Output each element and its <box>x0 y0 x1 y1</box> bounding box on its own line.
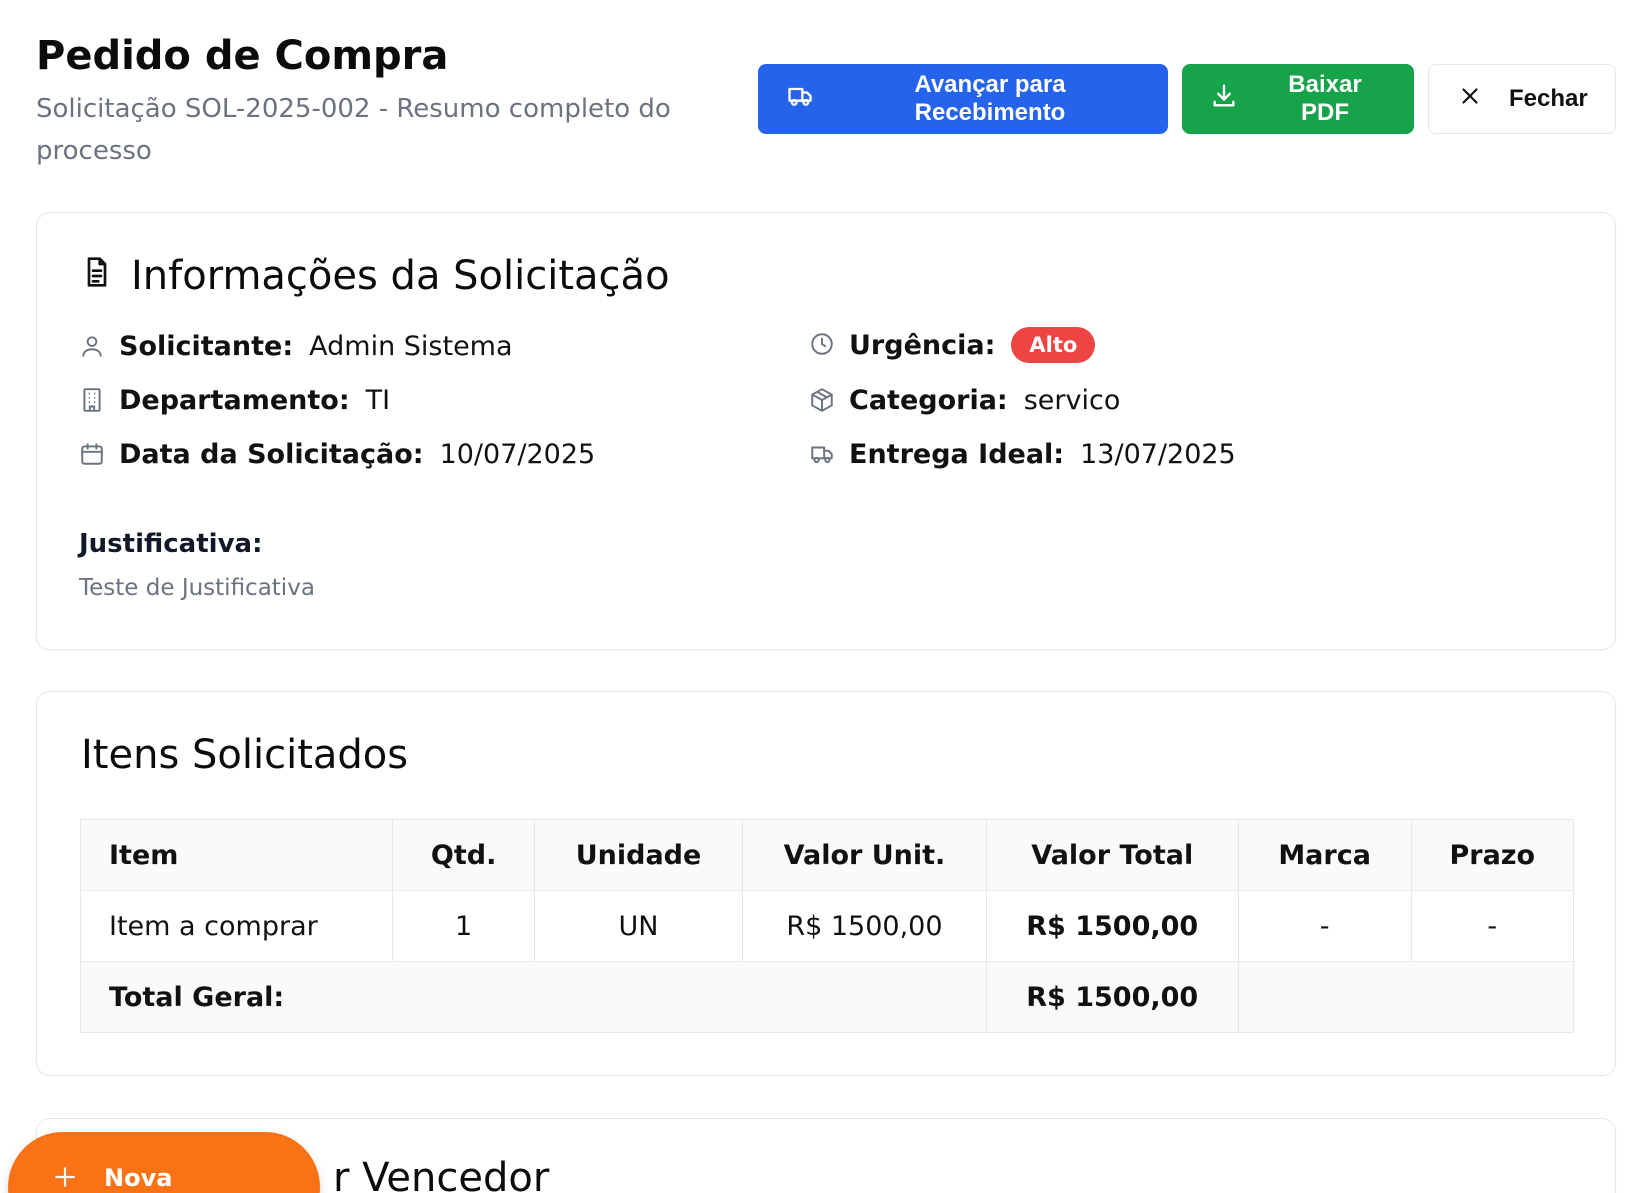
urgency-badge: Alto <box>1011 327 1096 363</box>
request-info-title: Informações da Solicitação <box>81 253 670 299</box>
request-date-row: Data da Solicitação: 10/07/2025 <box>79 439 595 470</box>
justification-text: Teste de Justificativa <box>79 575 315 601</box>
total-row: Total Geral: R$ 1500,00 <box>80 961 1575 1033</box>
truck-icon <box>786 82 814 117</box>
requester-row: Solicitante: Admin Sistema <box>79 331 513 362</box>
truck-icon <box>809 441 837 469</box>
new-request-label: Nova Solicitação <box>104 1164 251 1193</box>
close-button[interactable]: Fechar <box>1428 64 1616 134</box>
page-subtitle: Solicitação SOL-2025-002 - Resumo comple… <box>36 94 671 166</box>
close-button-label: Fechar <box>1509 85 1588 112</box>
col-unit-value: Valor Unit. <box>742 819 987 891</box>
col-item: Item <box>79 819 394 891</box>
requested-items-card: Itens Solicitados Item Qtd. Unidade Valo… <box>36 691 1616 1076</box>
grand-total-label: Total Geral: <box>80 961 987 1033</box>
department-value: TI <box>365 385 391 416</box>
building-icon <box>79 387 107 415</box>
header-actions: Avançar para Recebimento Baixar PDF Fech… <box>758 64 1616 134</box>
download-pdf-button[interactable]: Baixar PDF <box>1182 64 1414 134</box>
department-label: Departamento: <box>119 385 350 416</box>
clock-icon <box>809 331 837 359</box>
urgency-label: Urgência: <box>849 329 996 361</box>
download-icon <box>1210 82 1238 117</box>
download-pdf-label: Baixar PDF <box>1288 71 1362 126</box>
col-brand: Marca <box>1237 819 1412 891</box>
close-icon <box>1457 83 1483 116</box>
new-request-button[interactable]: Nova Solicitação <box>8 1132 320 1193</box>
grand-total-value: R$ 1500,00 <box>985 961 1239 1033</box>
total-row-filler <box>1237 961 1575 1033</box>
cell-qty: 1 <box>392 890 535 962</box>
request-date-value: 10/07/2025 <box>439 439 596 470</box>
requested-items-title: Itens Solicitados <box>81 732 409 778</box>
winning-supplier-title: r Vencedor <box>333 1155 550 1193</box>
category-row: Categoria: servico <box>809 385 1120 416</box>
col-qty: Qtd. <box>392 819 535 891</box>
page-header: Pedido de Compra Solicitação SOL-2025-00… <box>36 30 1616 170</box>
items-table: Item Qtd. Unidade Valor Unit. Valor Tota… <box>79 819 1575 1033</box>
cell-item: Item a comprar <box>79 890 394 962</box>
department-row: Departamento: TI <box>79 385 390 416</box>
advance-button-label: Avançar para Recebimento <box>914 71 1066 126</box>
cell-total-value: R$ 1500,00 <box>985 890 1239 962</box>
cell-deadline: - <box>1410 890 1575 962</box>
package-icon <box>809 387 837 415</box>
plus-icon <box>52 1164 78 1193</box>
table-header-row: Item Qtd. Unidade Valor Unit. Valor Tota… <box>79 819 1575 891</box>
advance-to-receiving-button[interactable]: Avançar para Recebimento <box>758 64 1168 134</box>
cell-unit: UN <box>533 890 744 962</box>
urgency-row: Urgência: Alto <box>809 327 1096 363</box>
request-info-card: Informações da Solicitação Solicitante: … <box>36 212 1616 650</box>
justification-label: Justificativa: <box>79 529 263 559</box>
ideal-delivery-label: Entrega Ideal: <box>849 439 1065 470</box>
ideal-delivery-row: Entrega Ideal: 13/07/2025 <box>809 439 1236 470</box>
requester-value: Admin Sistema <box>309 331 513 362</box>
cell-brand: - <box>1237 890 1412 962</box>
calendar-icon <box>79 441 107 469</box>
col-deadline: Prazo <box>1410 819 1575 891</box>
ideal-delivery-value: 13/07/2025 <box>1080 439 1236 470</box>
col-total-value: Valor Total <box>985 819 1239 891</box>
cell-unit-value: R$ 1500,00 <box>742 890 987 962</box>
category-value: servico <box>1023 385 1121 416</box>
category-label: Categoria: <box>849 385 1008 416</box>
requester-label: Solicitante: <box>119 331 294 362</box>
col-unit: Unidade <box>533 819 744 891</box>
request-info-title-text: Informações da Solicitação <box>131 253 670 299</box>
request-date-label: Data da Solicitação: <box>119 439 424 470</box>
document-icon <box>81 253 113 299</box>
table-row: Item a comprar 1 UN R$ 1500,00 R$ 1500,0… <box>79 890 1575 962</box>
user-icon <box>79 333 107 361</box>
